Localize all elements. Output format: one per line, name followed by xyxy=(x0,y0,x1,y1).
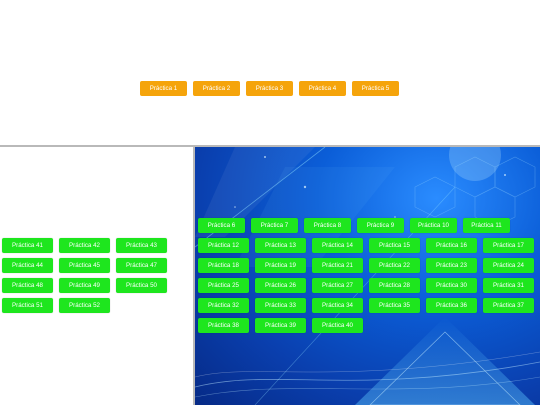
practice-button-14[interactable]: Práctica 14 xyxy=(312,238,363,253)
left-button-grid: Práctica 41 Práctica 42 Práctica 43 Prác… xyxy=(2,238,167,313)
right-top-row: Práctica 6 Práctica 7 Práctica 8 Práctic… xyxy=(198,218,510,233)
practice-button-9[interactable]: Práctica 9 xyxy=(357,218,404,233)
practice-button-16[interactable]: Práctica 16 xyxy=(426,238,477,253)
practice-button-26[interactable]: Práctica 26 xyxy=(255,278,306,293)
practice-button-38[interactable]: Práctica 38 xyxy=(198,318,249,333)
practice-button-13[interactable]: Práctica 13 xyxy=(255,238,306,253)
practice-button-33[interactable]: Práctica 33 xyxy=(255,298,306,313)
practice-button-15[interactable]: Práctica 15 xyxy=(369,238,420,253)
practice-button-35[interactable]: Práctica 35 xyxy=(369,298,420,313)
practice-button-39[interactable]: Práctica 39 xyxy=(255,318,306,333)
practice-button-37[interactable]: Práctica 37 xyxy=(483,298,534,313)
practice-button-12[interactable]: Práctica 12 xyxy=(198,238,249,253)
practice-button-31[interactable]: Práctica 31 xyxy=(483,278,534,293)
practice-button-28[interactable]: Práctica 28 xyxy=(369,278,420,293)
practice-button-49[interactable]: Práctica 49 xyxy=(59,278,110,293)
practice-button-27[interactable]: Práctica 27 xyxy=(312,278,363,293)
practice-button-10[interactable]: Práctica 10 xyxy=(410,218,457,233)
practice-button-44[interactable]: Práctica 44 xyxy=(2,258,53,273)
practice-button-24[interactable]: Práctica 24 xyxy=(483,258,534,273)
practice-button-19[interactable]: Práctica 19 xyxy=(255,258,306,273)
practice-button-40[interactable]: Práctica 40 xyxy=(312,318,363,333)
practice-button-21[interactable]: Práctica 21 xyxy=(312,258,363,273)
practice-button-30[interactable]: Práctica 30 xyxy=(426,278,477,293)
top-area: Práctica 1 Práctica 2 Práctica 3 Práctic… xyxy=(0,0,540,146)
practice-button-45[interactable]: Práctica 45 xyxy=(59,258,110,273)
practice-button-18[interactable]: Práctica 18 xyxy=(198,258,249,273)
practice-button-36[interactable]: Práctica 36 xyxy=(426,298,477,313)
practice-button-32[interactable]: Práctica 32 xyxy=(198,298,249,313)
practice-button-5[interactable]: Práctica 5 xyxy=(352,81,399,96)
practice-button-48[interactable]: Práctica 48 xyxy=(2,278,53,293)
practice-button-1[interactable]: Práctica 1 xyxy=(140,81,187,96)
practice-button-23[interactable]: Práctica 23 xyxy=(426,258,477,273)
practice-button-43[interactable]: Práctica 43 xyxy=(116,238,167,253)
left-panel: Práctica 41 Práctica 42 Práctica 43 Prác… xyxy=(0,147,193,405)
practice-button-34[interactable]: Práctica 34 xyxy=(312,298,363,313)
practice-button-25[interactable]: Práctica 25 xyxy=(198,278,249,293)
practice-button-17[interactable]: Práctica 17 xyxy=(483,238,534,253)
practice-button-8[interactable]: Práctica 8 xyxy=(304,218,351,233)
practice-button-41[interactable]: Práctica 41 xyxy=(2,238,53,253)
practice-button-2[interactable]: Práctica 2 xyxy=(193,81,240,96)
practice-button-11[interactable]: Práctica 11 xyxy=(463,218,510,233)
right-button-grid: Práctica 12 Práctica 13 Práctica 14 Prác… xyxy=(198,238,534,333)
practice-button-51[interactable]: Práctica 51 xyxy=(2,298,53,313)
practice-button-52[interactable]: Práctica 52 xyxy=(59,298,110,313)
app-canvas: Práctica 1 Práctica 2 Práctica 3 Práctic… xyxy=(0,0,540,405)
practice-button-42[interactable]: Práctica 42 xyxy=(59,238,110,253)
practice-button-50[interactable]: Práctica 50 xyxy=(116,278,167,293)
practice-button-6[interactable]: Práctica 6 xyxy=(198,218,245,233)
practice-button-22[interactable]: Práctica 22 xyxy=(369,258,420,273)
blue-tech-panel: Práctica 6 Práctica 7 Práctica 8 Práctic… xyxy=(195,147,540,405)
practice-button-7[interactable]: Práctica 7 xyxy=(251,218,298,233)
practice-button-3[interactable]: Práctica 3 xyxy=(246,81,293,96)
practice-button-47[interactable]: Práctica 47 xyxy=(116,258,167,273)
top-button-row: Práctica 1 Práctica 2 Práctica 3 Práctic… xyxy=(140,81,399,96)
practice-button-4[interactable]: Práctica 4 xyxy=(299,81,346,96)
